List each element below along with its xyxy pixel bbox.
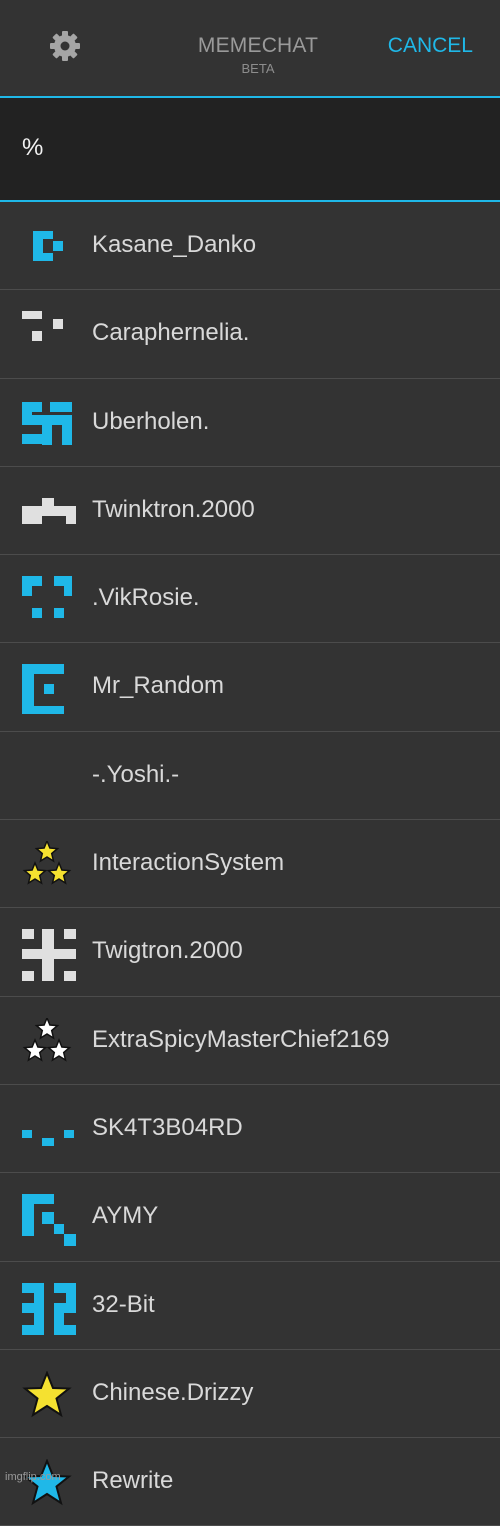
list-item[interactable]: InteractionSystem [0, 820, 500, 909]
username: Uberholen. [92, 407, 210, 435]
username: ExtraSpicyMasterChief2169 [92, 1025, 390, 1053]
username: SK4T3B04RD [92, 1113, 243, 1141]
list-item[interactable]: ExtraSpicyMasterChief2169 [0, 997, 500, 1085]
gear-icon [50, 31, 80, 61]
blue-pixel-brackets-icon [22, 576, 72, 622]
blue-pixel-cross-icon [22, 400, 72, 446]
gray-pixel-invader-icon [22, 488, 76, 534]
app-subtitle: BETA [241, 61, 275, 76]
username: InteractionSystem [92, 849, 285, 877]
top-bar: MEMECHAT BETA CANCEL [0, 0, 500, 98]
blue-pixel-32-icon [22, 1282, 76, 1335]
blue-pixel-e-icon [22, 664, 72, 715]
username: Rewrite [92, 1467, 174, 1495]
username: Twinktron.2000 [92, 495, 255, 523]
username: Kasane_Danko [92, 231, 257, 258]
list-item[interactable]: Caraphernelia. [0, 290, 500, 379]
list-item[interactable]: Twinktron.2000 [0, 467, 500, 556]
username: Twigtron.2000 [92, 937, 243, 965]
blue-pixel-dots-icon [22, 1106, 74, 1152]
list-item[interactable]: Kasane_Danko [0, 202, 500, 291]
list-item[interactable]: Chinese.Drizzy [0, 1350, 500, 1439]
gray-pixel-hash-icon [22, 929, 76, 982]
username: Caraphernelia. [92, 319, 250, 347]
list-item[interactable]: -.Yoshi.- [0, 732, 500, 821]
user-list: Kasane_Danko Caraphernelia. Uberholen. T… [0, 202, 500, 1526]
list-item[interactable]: Mr_Random [0, 643, 500, 732]
list-item[interactable]: 32-Bit [0, 1262, 500, 1350]
list-item[interactable]: Uberholen. [0, 379, 500, 467]
app-title-block: MEMECHAT BETA [158, 34, 358, 77]
username: Chinese.Drizzy [92, 1378, 254, 1406]
watermark: imgflip.com [5, 1471, 61, 1483]
username: AYMY [92, 1202, 159, 1230]
app-title: MEMECHAT [197, 34, 319, 57]
blue-pixel-k-icon [22, 1194, 76, 1247]
cancel-button[interactable]: CANCEL [388, 34, 473, 58]
gray-pixel-dots-icon [22, 311, 72, 357]
search-input[interactable] [22, 128, 462, 168]
list-item[interactable]: Twigtron.2000 [0, 908, 500, 997]
search-bar [0, 98, 500, 202]
username: 32-Bit [92, 1290, 155, 1318]
list-item[interactable]: Rewrite [0, 1438, 500, 1526]
yellow-star-icon [22, 1370, 72, 1418]
settings-button[interactable] [45, 26, 85, 66]
list-item[interactable]: AYMY [0, 1173, 500, 1262]
username: Mr_Random [92, 672, 225, 700]
list-item[interactable]: SK4T3B04RD [0, 1085, 500, 1174]
username: .VikRosie. [92, 584, 200, 612]
blue-pixel-c-icon [22, 223, 72, 269]
three-gold-stars-icon [22, 841, 72, 887]
username: -.Yoshi.- [92, 760, 180, 788]
list-item[interactable]: .VikRosie. [0, 555, 500, 644]
three-white-stars-icon [22, 1017, 72, 1064]
